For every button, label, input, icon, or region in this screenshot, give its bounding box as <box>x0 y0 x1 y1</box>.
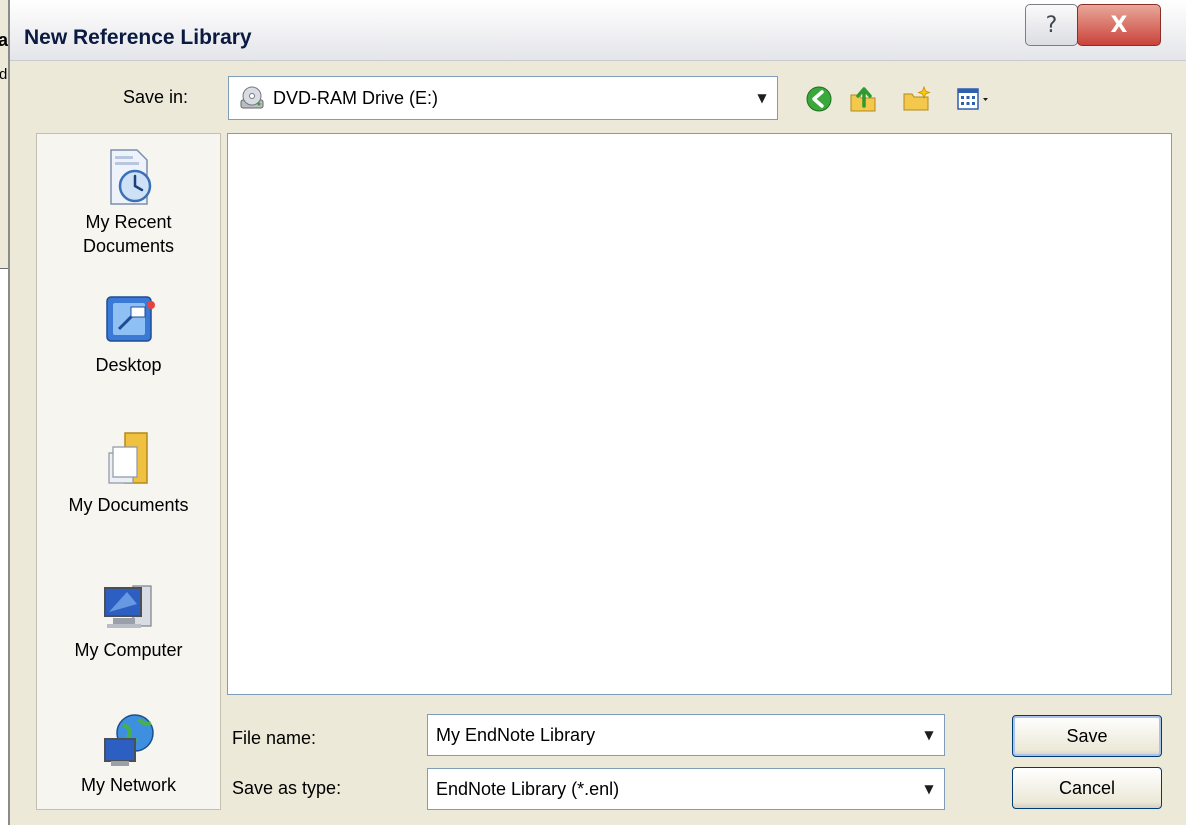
new-folder-icon[interactable] <box>902 84 932 114</box>
my-documents-icon <box>97 429 161 493</box>
help-button[interactable]: ? <box>1025 4 1078 46</box>
my-computer-icon <box>97 574 161 638</box>
place-my-computer[interactable]: My Computer <box>37 574 220 662</box>
place-desktop[interactable]: Desktop <box>37 289 220 377</box>
back-icon[interactable] <box>804 84 834 114</box>
file-name-label: File name: <box>232 728 317 748</box>
place-label: Desktop <box>95 355 162 375</box>
views-menu-icon[interactable] <box>956 84 1000 114</box>
title-bar[interactable]: New Reference Library ? X <box>10 0 1186 61</box>
desktop-icon <box>97 289 161 353</box>
cancel-button[interactable]: Cancel <box>1012 767 1162 809</box>
place-label: My Documents <box>68 495 189 515</box>
place-label: My Recent <box>85 212 172 232</box>
file-name-value: My EndNote Library <box>436 724 596 745</box>
file-list[interactable] <box>227 133 1172 695</box>
save-dialog: New Reference Library ? X Save in: DVD-R… <box>8 0 1186 825</box>
my-network-icon <box>97 709 161 773</box>
place-label: My Network <box>80 775 176 795</box>
save-button[interactable]: Save <box>1012 715 1162 757</box>
save-in-label: Save in: <box>123 87 189 107</box>
save-in-value: DVD-RAM Drive (E:) <box>273 87 438 108</box>
close-icon: X <box>1110 12 1128 38</box>
place-label: My Computer <box>74 640 183 660</box>
recent-documents-icon <box>97 146 161 210</box>
up-folder-icon[interactable] <box>848 84 878 114</box>
place-my-recent-documents[interactable]: My Recent Documents <box>37 146 220 258</box>
chevron-down-icon[interactable]: ▼ <box>914 715 944 755</box>
chevron-down-icon[interactable]: ▼ <box>914 769 944 809</box>
dvd-drive-icon <box>235 81 269 115</box>
place-my-network[interactable]: My Network <box>37 709 220 797</box>
close-button[interactable]: X <box>1077 4 1161 46</box>
places-bar: My Recent Documents Desktop My Documents… <box>36 133 221 810</box>
chevron-down-icon[interactable]: ▼ <box>747 77 777 119</box>
place-my-documents[interactable]: My Documents <box>37 429 220 517</box>
place-label-line2: Documents <box>82 236 175 256</box>
dialog-title: New Reference Library <box>24 26 252 49</box>
help-icon: ? <box>1045 12 1058 38</box>
file-name-field[interactable]: My EndNote Library ▼ <box>427 714 945 756</box>
save-in-dropdown[interactable]: DVD-RAM Drive (E:) ▼ <box>228 76 778 120</box>
save-as-type-value: EndNote Library (*.enl) <box>436 778 620 799</box>
save-as-type-dropdown[interactable]: EndNote Library (*.enl) ▼ <box>427 768 945 810</box>
save-as-type-label: Save as type: <box>232 778 342 798</box>
